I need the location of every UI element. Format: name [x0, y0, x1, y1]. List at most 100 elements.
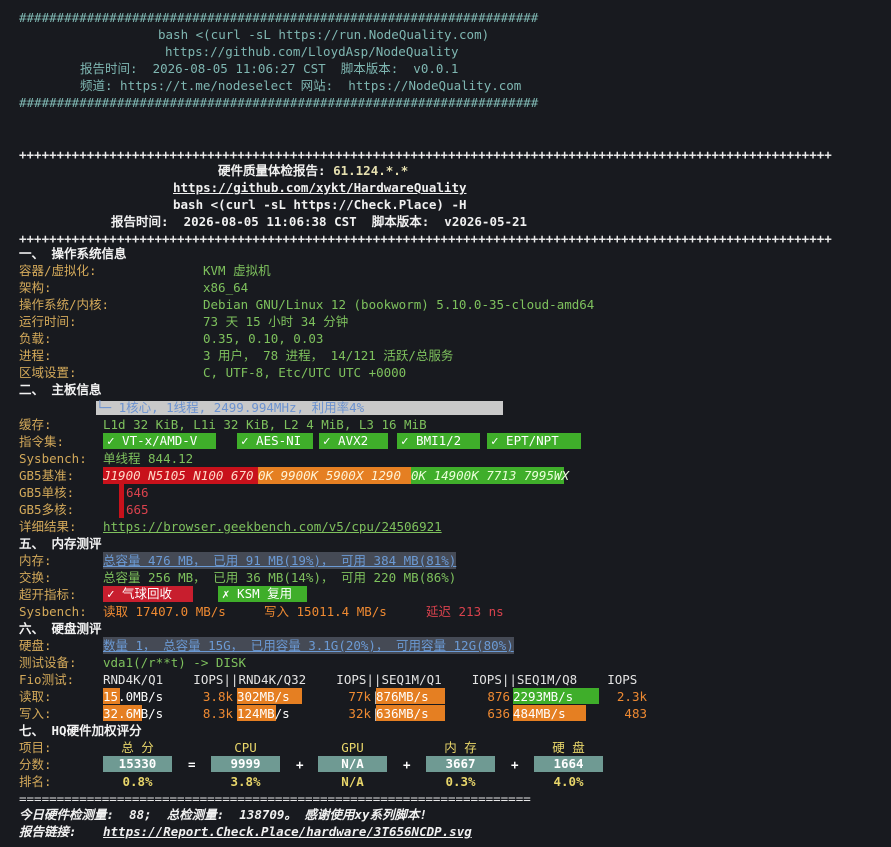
gb5-single-label: GB5单核: [19, 485, 75, 500]
score-operator: + [403, 757, 411, 772]
fio-iops: 8.3k [202, 706, 233, 721]
rank-label: 排名: [19, 774, 52, 789]
score-rank: N/A [341, 774, 364, 789]
overcommit-label: 超开指标: [19, 587, 77, 602]
mem-write: 写入 15011.4 MB/s [264, 604, 387, 619]
item-label: 项目: [19, 740, 52, 755]
fio-bandwidth: 876MB/s [376, 689, 429, 704]
os-row-label: 运行时间: [19, 314, 77, 329]
hw-cmd: bash <(curl -sL https://Check.Place) -H [173, 197, 467, 212]
score-col-header: GPU [341, 740, 364, 755]
score-value: 3667 [426, 756, 495, 772]
score-operator: + [511, 757, 519, 772]
fio-bandwidth: 2293MB/s [513, 689, 574, 704]
score-rank: 3.8% [230, 774, 261, 789]
gb5-base-label: GB5基准: [19, 468, 75, 483]
gb5-multi-label: GB5多核: [19, 502, 75, 517]
fio-iops: 3.8k [202, 689, 233, 704]
isa-tag: ✓ VT-x/AMD-V [103, 433, 216, 449]
os-row-label: 进程: [19, 348, 52, 363]
score-col-header: 内 存 [444, 740, 477, 755]
isa-tag: ✓ AVX2 [319, 433, 388, 449]
swap-value: 总容量 256 MB， 已用 36 MB(14%)， 可用 220 MB(86%… [103, 570, 457, 585]
section-score: 七、 HQ硬件加权评分 [19, 723, 142, 738]
section-board: 二、 主板信息 [19, 382, 102, 397]
os-row-label: 区域设置: [19, 365, 77, 380]
score-rank: 0.8% [122, 774, 153, 789]
fio-iops: 2.3k [616, 689, 647, 704]
disk-label: 硬盘: [19, 638, 52, 653]
fio-bandwidth: 484MB/s [513, 706, 566, 721]
detail-link[interactable]: https://browser.geekbench.com/v5/cpu/245… [103, 518, 442, 535]
fio-iops: 32k [348, 706, 371, 721]
dev-value: vda1(/r**t) -> DISK [103, 655, 246, 670]
mem-sysbench-label: Sysbench: [19, 604, 87, 619]
os-row-value: Debian GNU/Linux 12 (bookworm) 5.10.0-35… [203, 297, 595, 312]
footer-link-label: 报告链接: [19, 824, 77, 839]
os-row-value: KVM 虚拟机 [203, 263, 271, 278]
banner-border-top: ########################################… [19, 10, 539, 25]
score-value: N/A [318, 756, 387, 772]
score-col-header: CPU [234, 740, 257, 755]
gb5-single-value: 646 [126, 485, 149, 500]
hw-title: 硬件质量体检报告: [218, 163, 334, 178]
mem-value: 总容量 476 MB， 已用 91 MB(19%)， 可用 384 MB(81%… [103, 552, 457, 569]
os-row-value: 3 用户， 78 进程， 14/121 活跃/总服务 [203, 348, 454, 363]
fio-bandwidth: 124MB/s [237, 706, 290, 721]
swap-label: 交换: [19, 570, 52, 585]
balloon-tag: ✓ 气球回收 [103, 586, 193, 602]
isa-tag: ✓ AES-NI [237, 433, 313, 449]
read-label: 读取: [19, 689, 52, 704]
os-row-value: 73 天 15 小时 34 分钟 [203, 314, 349, 329]
terminal-window: ########################################… [0, 0, 891, 847]
score-operator: + [296, 757, 304, 772]
gb5-scale-high: 0K 14900K 7713 7995WX [411, 467, 570, 484]
gb5-scale-mid: 0K 9900K 5900X 1290 [258, 467, 411, 484]
fio-iops: 876 [487, 689, 510, 704]
section-disk: 六、 硬盘测评 [19, 621, 102, 636]
os-row-label: 容器/虚拟化: [19, 263, 97, 278]
banner-border-bottom: ########################################… [19, 95, 539, 110]
gb5-multi-value: 665 [126, 502, 149, 517]
disk-value: 数量 1， 总容量 15G， 已用容量 3.1G(20%)， 可用容量 12G(… [103, 637, 514, 654]
footer-link[interactable]: https://Report.Check.Place/hardware/3T65… [103, 823, 472, 840]
cache-label: 缓存: [19, 417, 52, 432]
section-memory: 五、 内存测评 [19, 536, 102, 551]
score-col-header: 硬 盘 [552, 740, 585, 755]
os-row-value: 0.35, 0.10, 0.03 [203, 331, 324, 346]
mem-read: 读取 17407.0 MB/s [103, 604, 226, 619]
fio-bandwidth: 15.0MB/s [103, 689, 164, 704]
score-rank: 0.3% [445, 774, 476, 789]
os-row-label: 架构: [19, 280, 52, 295]
hw-repo-link[interactable]: https://github.com/xykt/HardwareQuality [173, 179, 467, 196]
score-label: 分数: [19, 757, 52, 772]
fio-iops: 77k [348, 689, 371, 704]
banner-line: 频道: https://t.me/nodeselect 网站: https://… [80, 78, 522, 93]
gb5-multi-bar [119, 501, 124, 518]
os-row-label: 负载: [19, 331, 52, 346]
cpu-info-bar: └─ 1核心, 1线程, 2499.994MHz, 利用率4% [96, 401, 503, 415]
ksm-tag: ✗ KSM 复用 [218, 586, 307, 602]
os-row-value: x86_64 [203, 280, 249, 295]
footer-border: ========================================… [19, 791, 531, 806]
gb5-single-bar [119, 484, 124, 501]
fio-bandwidth: 32.6MB/s [103, 706, 164, 721]
score-operator: = [188, 757, 196, 772]
mem-label: 内存: [19, 553, 52, 568]
hw-report-time: 报告时间: 2026-08-05 11:06:38 CST 脚本版本: v202… [111, 214, 528, 229]
dev-label: 测试设备: [19, 655, 77, 670]
isa-label: 指令集: [19, 434, 65, 449]
sysbench-value: 单线程 844.12 [103, 451, 194, 466]
fio-header: RND4K/Q1 IOPS||RND4K/Q32 IOPS||SEQ1M/Q1 … [103, 672, 638, 687]
banner-line: https://github.com/LloydAsp/NodeQuality [165, 44, 459, 59]
mem-latency: 延迟 213 ns [426, 604, 504, 619]
os-row-value: C, UTF-8, Etc/UTC UTC +0000 [203, 365, 407, 380]
write-label: 写入: [19, 706, 52, 721]
os-row-label: 操作系统/内核: [19, 297, 110, 312]
fio-label: Fio测试: [19, 672, 75, 687]
banner-line: bash <(curl -sL https://run.NodeQuality.… [158, 27, 490, 42]
cache-value: L1d 32 KiB, L1i 32 KiB, L2 4 MiB, L3 16 … [103, 417, 427, 432]
score-value: 9999 [211, 756, 280, 772]
hw-ip: 61.124.*.* [333, 163, 409, 178]
isa-tag: ✓ BMI1/2 [397, 433, 480, 449]
